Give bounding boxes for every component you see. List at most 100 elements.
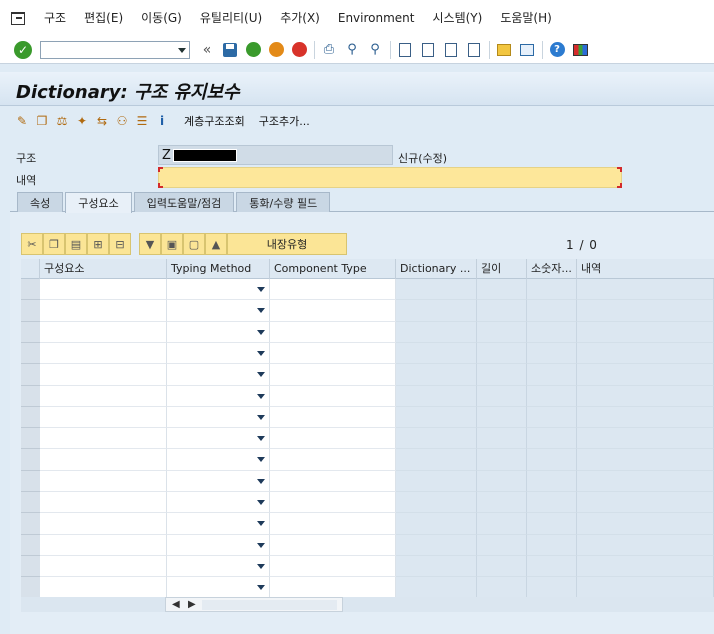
col-dictionary[interactable]: Dictionary ... [396,259,477,279]
table-cell[interactable] [270,513,396,535]
menu-extras[interactable]: 추가(X) [271,0,329,36]
layout-icon[interactable] [571,41,589,59]
chevron-down-icon[interactable] [178,47,186,53]
table-cell[interactable] [167,386,270,407]
system-menu-icon[interactable] [9,9,27,27]
table-cell[interactable] [40,556,167,577]
chevron-down-icon[interactable] [257,351,265,356]
delete-row-icon[interactable]: ⊟ [109,233,131,255]
chevron-down-icon[interactable] [257,415,265,420]
tab-currency-quantity[interactable]: 통화/수량 필드 [236,192,331,212]
display-change-icon[interactable]: ✎ [14,113,30,129]
table-cell[interactable] [40,343,167,364]
row-selector[interactable] [21,407,40,428]
table-cell[interactable] [167,407,270,428]
table-cell[interactable] [270,428,396,449]
select-all-cell[interactable] [21,259,40,279]
chevron-down-icon[interactable] [257,436,265,441]
back-icon[interactable] [244,41,262,59]
table-cell[interactable] [167,279,270,300]
table-cell[interactable] [167,471,270,492]
table-cell[interactable] [270,449,396,471]
table-cell[interactable] [40,407,167,428]
chevron-down-icon[interactable] [257,308,265,313]
menu-help[interactable]: 도움말(H) [491,0,561,36]
filter-icon[interactable]: ▼ [139,233,161,255]
chevron-down-icon[interactable] [257,585,265,590]
table-cell[interactable] [167,343,270,364]
row-selector[interactable] [21,492,40,513]
new-session-icon[interactable] [495,41,513,59]
table-cell[interactable] [167,556,270,577]
table-cell[interactable] [270,471,396,492]
table-cell[interactable] [270,279,396,300]
cut-icon[interactable]: ✂ [21,233,43,255]
scroll-left-icon[interactable]: ◀ [172,599,180,610]
chevron-down-icon[interactable] [257,457,265,462]
shortcut-icon[interactable] [518,41,536,59]
table-cell[interactable] [167,364,270,386]
table-cell[interactable] [270,364,396,386]
table-cell[interactable] [40,386,167,407]
col-decimals[interactable]: 소숫자... [527,259,577,279]
col-length[interactable]: 길이 [477,259,527,279]
table-cell[interactable] [270,386,396,407]
chevron-down-icon[interactable] [257,330,265,335]
chevron-down-icon[interactable] [257,521,265,526]
row-selector[interactable] [21,577,40,598]
row-selector[interactable] [21,471,40,492]
row-selector[interactable] [21,556,40,577]
table-cell[interactable] [167,428,270,449]
info-icon[interactable]: i [154,113,170,129]
col-component-type[interactable]: Component Type [270,259,396,279]
cancel-icon[interactable] [290,41,308,59]
chevron-down-icon[interactable] [257,394,265,399]
table-cell[interactable] [167,449,270,471]
row-selector[interactable] [21,449,40,471]
row-selector[interactable] [21,513,40,535]
table-cell[interactable] [40,300,167,322]
table-cell[interactable] [167,300,270,322]
table-cell[interactable] [270,556,396,577]
row-selector[interactable] [21,364,40,386]
table-cell[interactable] [40,492,167,513]
table-cell[interactable] [40,449,167,471]
table-cell[interactable] [167,513,270,535]
table-cell[interactable] [270,577,396,598]
tab-input-help[interactable]: 입력도움말/점검 [133,192,235,212]
chevron-down-icon[interactable] [257,500,265,505]
table-cell[interactable] [167,322,270,343]
horizontal-scrollbar[interactable]: ◀ ▶ [165,597,343,612]
hierarchy-icon[interactable]: ⚇ [114,113,130,129]
tab-attributes[interactable]: 속성 [17,192,64,212]
find-icon[interactable]: ⚲ [343,41,361,59]
table-cell[interactable] [270,535,396,556]
table-cell[interactable] [270,343,396,364]
prev-page-icon[interactable] [419,41,437,59]
table-cell[interactable] [270,300,396,322]
print-icon[interactable]: ⎙ [320,41,338,59]
row-selector[interactable] [21,279,40,300]
row-selector[interactable] [21,428,40,449]
table-cell[interactable] [167,577,270,598]
table-cell[interactable] [40,364,167,386]
chevron-down-icon[interactable] [257,372,265,377]
other-object-icon[interactable]: ❐ [34,113,50,129]
insert-row-icon[interactable]: ⊞ [87,233,109,255]
col-typing-method[interactable]: Typing Method [167,259,270,279]
paste-icon[interactable]: ▤ [65,233,87,255]
table-cell[interactable] [40,279,167,300]
col-component[interactable]: 구성요소 [40,259,167,279]
exit-icon[interactable] [267,41,285,59]
table-cell[interactable] [167,492,270,513]
where-used-icon[interactable]: ⇆ [94,113,110,129]
row-selector[interactable] [21,535,40,556]
sort-icon[interactable]: ▲ [205,233,227,255]
builtin-type-button[interactable]: 내장유형 [227,233,347,255]
last-page-icon[interactable] [465,41,483,59]
table-cell[interactable] [40,322,167,343]
back-chevron-icon[interactable]: « [198,41,216,59]
scroll-right-icon[interactable]: ▶ [188,599,196,610]
command-field[interactable] [40,40,190,59]
find-next-icon[interactable]: ⚲ [366,41,384,59]
